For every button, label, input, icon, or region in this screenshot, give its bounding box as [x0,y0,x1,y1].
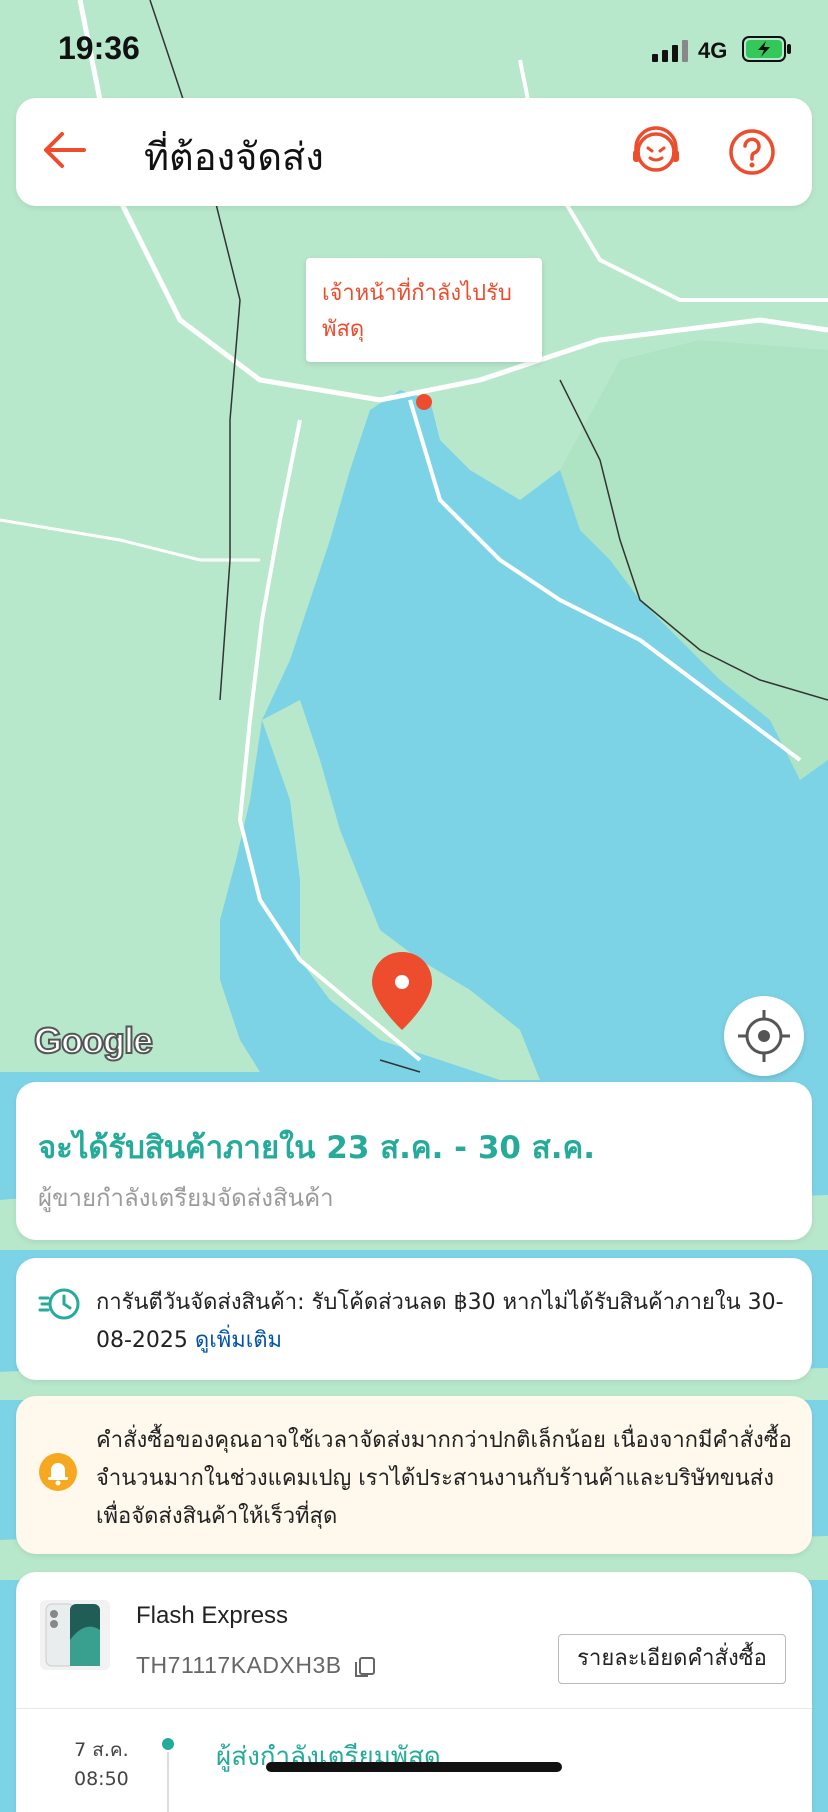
network-type: 4G [698,38,728,63]
battery-icon [742,36,791,62]
shipment-card: Flash Express TH71117KADXH3B รายละเอียดค… [16,1572,812,1812]
map-tooltip-text: เจ้าหน้าที่กำลังไปรับพัสดุ [322,281,512,342]
tracking-number: TH71117KADXH3B [136,1652,376,1679]
bell-icon [39,1453,77,1491]
signal-icon [652,40,688,62]
timeline-dot [162,1738,174,1750]
seller-status: ผู้ขายกำลังเตรียมจัดส่งสินค้า [38,1184,334,1212]
crosshair-icon [738,1010,790,1062]
copy-icon[interactable] [354,1656,376,1678]
map-tooltip: เจ้าหน้าที่กำลังไปรับพัสดุ [306,258,542,362]
home-indicator [266,1762,562,1772]
page-title: ที่ต้องจัดส่ง [144,135,324,179]
delivery-guarantee-card: การันตีวันจัดส่งสินค้า: รับโค้ดส่วนลด ฿3… [16,1258,812,1380]
google-logo: Google [33,1019,154,1062]
product-thumbnail [40,1600,110,1670]
status-time: 19:36 [58,30,140,66]
google-attribution: Google [33,1019,154,1062]
tracking-number-text: TH71117KADXH3B [136,1652,342,1678]
see-more-link[interactable]: ดูเพิ่มเติม [195,1328,282,1353]
delay-notice-card: คำสั่งซื้อของคุณอาจใช้เวลาจัดส่งมากกว่าป… [16,1396,812,1554]
delivery-estimate-card: จะได้รับสินค้าภายใน 23 ส.ค. - 30 ส.ค. ผู… [16,1082,812,1240]
delivery-estimate: จะได้รับสินค้าภายใน 23 ส.ค. - 30 ส.ค. [38,1130,595,1166]
header-bar: ที่ต้องจัดส่ง [16,98,812,206]
event-time: 08:50 [74,1768,129,1790]
order-details-button[interactable]: รายละเอียดคำสั่งซื้อ [558,1634,786,1684]
divider [16,1708,812,1709]
fast-clock-icon [38,1288,80,1320]
timeline-line [167,1752,169,1812]
locate-button[interactable] [724,996,804,1076]
event-date: 7 ส.ค. [74,1739,129,1761]
back-arrow-icon[interactable] [40,128,88,172]
help-icon[interactable] [726,126,778,178]
status-bar: 19:36 4G [0,0,828,100]
carrier-name: Flash Express [136,1602,289,1629]
delay-notice-text: คำสั่งซื้อของคุณอาจใช้เวลาจัดส่งมากกว่าป… [96,1428,792,1529]
event-datetime: 7 ส.ค. 08:50 [74,1736,129,1794]
customer-support-icon[interactable] [630,126,682,178]
